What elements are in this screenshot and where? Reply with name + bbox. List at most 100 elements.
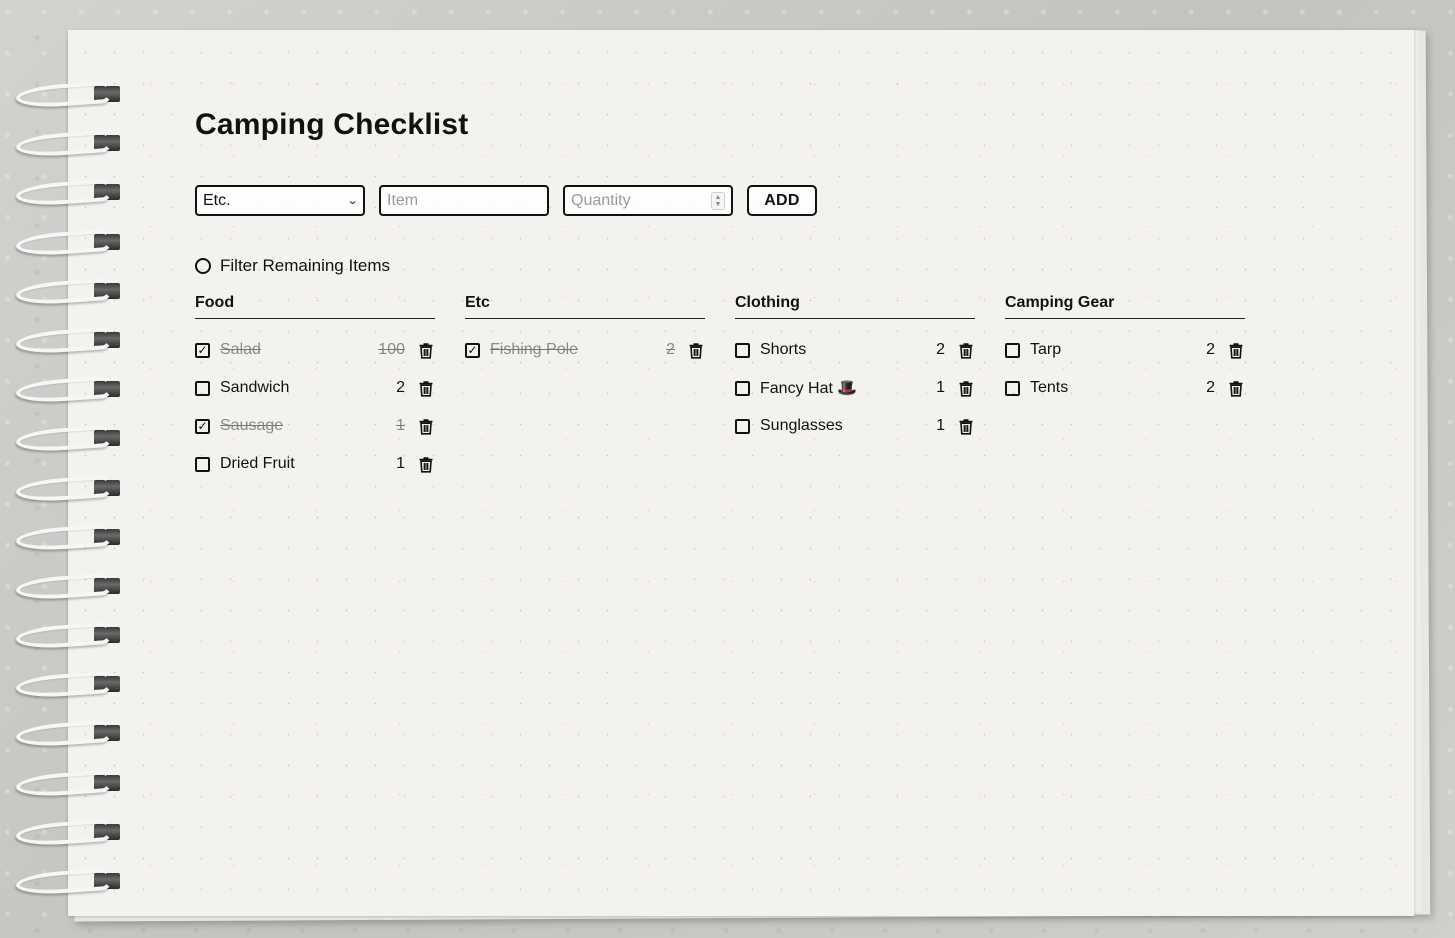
spiral-ring bbox=[14, 572, 120, 623]
list-item: Tents 2 bbox=[1005, 373, 1245, 411]
spiral-ring bbox=[14, 523, 120, 574]
spiral-ring bbox=[14, 277, 120, 328]
item-quantity: 1 bbox=[936, 417, 945, 434]
trash-icon[interactable] bbox=[1227, 379, 1245, 397]
binding-wire bbox=[15, 572, 113, 602]
spiral-ring bbox=[14, 424, 120, 475]
item-quantity: 1 bbox=[936, 379, 945, 396]
item-quantity: 2 bbox=[1206, 379, 1215, 396]
item-list: Shorts 2 Fancy Hat 🎩 1 Sunglasses 1 bbox=[735, 335, 975, 449]
trash-icon[interactable] bbox=[417, 455, 435, 473]
trash-icon[interactable] bbox=[687, 341, 705, 359]
item-checkbox[interactable] bbox=[1005, 342, 1020, 358]
category-heading: Clothing bbox=[735, 294, 975, 319]
category-select[interactable]: Etc. ⌄ bbox=[195, 185, 365, 216]
item-quantity: 1 bbox=[396, 417, 405, 434]
item-checkbox[interactable] bbox=[1005, 380, 1020, 396]
item-list: ✓ Salad 100 Sandwich 2 ✓ Sausage 1 Dried Fruit 1 bbox=[195, 335, 435, 487]
item-quantity: 2 bbox=[936, 341, 945, 358]
spiral-ring bbox=[14, 129, 120, 180]
item-label: Salad bbox=[220, 341, 261, 358]
binding-wire bbox=[15, 523, 113, 553]
list-item: Sandwich 2 bbox=[195, 373, 435, 411]
filter-remaining-toggle[interactable]: Filter Remaining Items bbox=[195, 256, 390, 276]
item-list: ✓ Fishing Pole 2 bbox=[465, 335, 705, 373]
trash-icon[interactable] bbox=[1227, 341, 1245, 359]
item-checkbox[interactable]: ✓ bbox=[465, 342, 480, 358]
list-item: Tarp 2 bbox=[1005, 335, 1245, 373]
add-button[interactable]: ADD bbox=[747, 185, 817, 216]
binding-wire bbox=[15, 474, 113, 503]
binding-wire bbox=[15, 179, 113, 208]
chevron-down-icon: ⌄ bbox=[346, 195, 359, 207]
item-checkbox[interactable] bbox=[735, 342, 750, 358]
item-label: Sandwich bbox=[220, 379, 290, 396]
binding-wire bbox=[15, 80, 113, 110]
item-list: Tarp 2 Tents 2 bbox=[1005, 335, 1245, 411]
list-item: Sunglasses 1 bbox=[735, 411, 975, 449]
item-label: Tarp bbox=[1030, 341, 1062, 358]
category-select-value: Etc. bbox=[203, 191, 231, 209]
category-heading: Etc bbox=[465, 294, 705, 319]
spiral-ring bbox=[14, 228, 120, 279]
item-label: Tents bbox=[1030, 379, 1069, 396]
item-checkbox[interactable] bbox=[735, 380, 750, 396]
spiral-ring bbox=[14, 326, 120, 377]
quantity-spinner-icon[interactable]: ▲ ▼ bbox=[711, 191, 725, 210]
category-column: Clothing Shorts 2 Fancy Hat 🎩 1 Sunglasses 1 bbox=[735, 294, 975, 487]
spiral-ring bbox=[14, 179, 120, 229]
list-item: ✓ Fishing Pole 2 bbox=[465, 335, 705, 373]
trash-icon[interactable] bbox=[417, 379, 435, 397]
category-column: Food ✓ Salad 100 Sandwich 2 ✓ Sausage 1 Dried Fru… bbox=[195, 294, 435, 487]
trash-icon[interactable] bbox=[957, 341, 975, 359]
item-quantity: 100 bbox=[378, 341, 405, 358]
item-label: Sausage bbox=[220, 417, 284, 434]
category-column: Etc ✓ Fishing Pole 2 bbox=[465, 294, 705, 487]
item-input-placeholder: Item bbox=[387, 191, 419, 209]
list-item: ✓ Sausage 1 bbox=[195, 411, 435, 449]
spiral-ring bbox=[14, 474, 120, 525]
spiral-ring bbox=[14, 867, 120, 918]
spiral-ring bbox=[14, 769, 120, 820]
item-quantity: 1 bbox=[396, 455, 405, 472]
item-checkbox[interactable]: ✓ bbox=[195, 342, 210, 358]
trash-icon[interactable] bbox=[417, 341, 435, 359]
list-item: ✓ Salad 100 bbox=[195, 335, 435, 373]
spiral-binding bbox=[14, 80, 120, 918]
binding-wire bbox=[15, 720, 113, 749]
list-item: Dried Fruit 1 bbox=[195, 449, 435, 487]
binding-wire bbox=[15, 326, 113, 356]
binding-wire bbox=[15, 228, 113, 257]
item-checkbox[interactable]: ✓ bbox=[195, 418, 210, 434]
filter-radio[interactable] bbox=[195, 258, 211, 274]
list-item: Fancy Hat 🎩 1 bbox=[735, 373, 975, 411]
spiral-ring bbox=[14, 720, 120, 770]
item-checkbox[interactable] bbox=[735, 418, 750, 434]
item-label: Sunglasses bbox=[760, 417, 843, 434]
trash-icon[interactable] bbox=[957, 417, 975, 435]
trash-icon[interactable] bbox=[417, 417, 435, 435]
page-title: Camping Checklist bbox=[195, 108, 469, 141]
spiral-ring bbox=[14, 80, 120, 131]
binding-wire bbox=[15, 769, 113, 798]
item-label: Fishing Pole bbox=[490, 341, 579, 358]
item-input[interactable]: Item bbox=[379, 185, 549, 216]
binding-wire bbox=[15, 129, 113, 159]
spiral-ring bbox=[14, 670, 120, 721]
category-heading: Food bbox=[195, 294, 435, 319]
spiral-ring bbox=[14, 818, 120, 869]
item-label: Fancy Hat 🎩 bbox=[760, 380, 858, 397]
binding-wire bbox=[15, 424, 113, 454]
item-checkbox[interactable] bbox=[195, 380, 210, 396]
trash-icon[interactable] bbox=[957, 379, 975, 397]
category-column: Camping Gear Tarp 2 Tents 2 bbox=[1005, 294, 1245, 487]
category-heading: Camping Gear bbox=[1005, 294, 1245, 319]
quantity-input-placeholder: Quantity bbox=[571, 191, 631, 209]
item-checkbox[interactable] bbox=[195, 456, 210, 472]
item-label: Dried Fruit bbox=[220, 455, 295, 472]
item-quantity: 2 bbox=[396, 379, 405, 396]
binding-wire bbox=[15, 818, 113, 848]
quantity-input[interactable]: Quantity ▲ ▼ bbox=[563, 185, 733, 216]
add-item-form: Etc. ⌄ Item Quantity ▲ ▼ ADD bbox=[195, 185, 817, 216]
binding-wire bbox=[15, 277, 113, 307]
